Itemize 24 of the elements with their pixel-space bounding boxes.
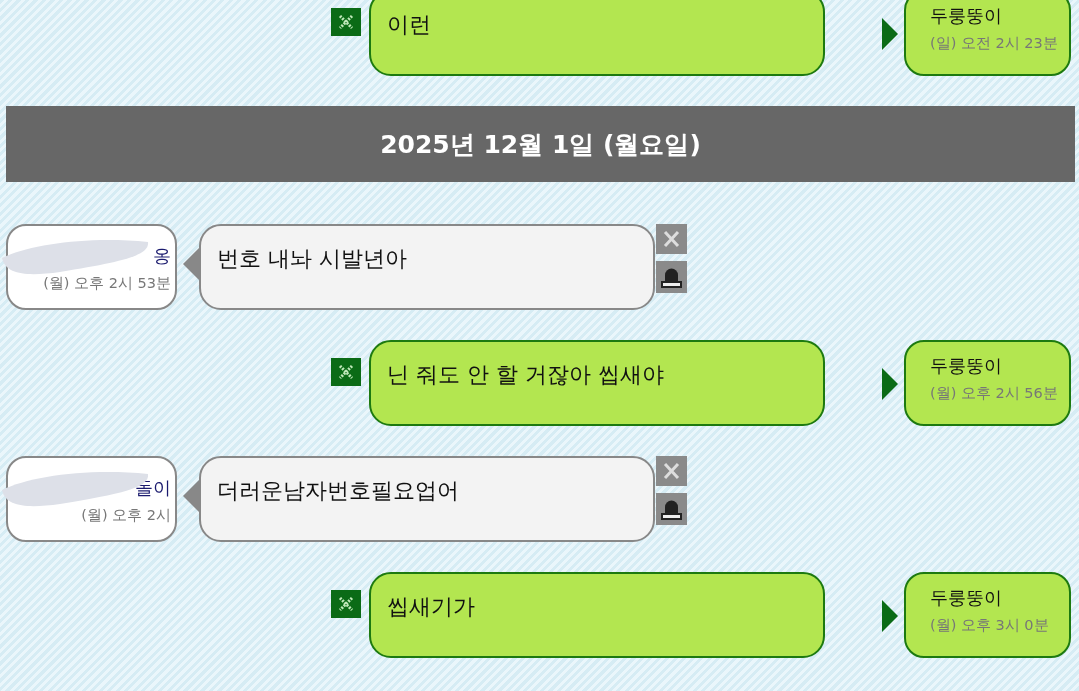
message-time: (월) 오후 2시 bbox=[81, 506, 171, 525]
pointer-arrow-icon bbox=[183, 480, 199, 512]
delete-icon[interactable] bbox=[331, 358, 361, 386]
message-time: (월) 오후 2시 53분 bbox=[43, 274, 171, 293]
pointer-arrow-icon bbox=[882, 600, 898, 632]
message-time: (월) 오후 2시 56분 bbox=[930, 384, 1059, 403]
close-icon[interactable] bbox=[656, 456, 687, 486]
delete-icon[interactable] bbox=[331, 8, 361, 36]
message-time: (월) 오후 3시 0분 bbox=[930, 616, 1050, 635]
message-bubble: 닌 줘도 안 할 거잖아 씹새야 bbox=[369, 340, 825, 426]
sender-name: 두룽뚱이 bbox=[930, 586, 1003, 610]
sender-name: 두룽뚱이 bbox=[930, 4, 1003, 28]
message-time: (일) 오전 2시 23분 bbox=[930, 34, 1059, 53]
delete-icon[interactable] bbox=[331, 590, 361, 618]
pointer-arrow-icon bbox=[183, 248, 199, 280]
sender-name: 옹 bbox=[153, 244, 171, 268]
pointer-arrow-icon bbox=[882, 18, 898, 50]
message-bubble: 씹새기가 bbox=[369, 572, 825, 658]
sender-name: 두룽뚱이 bbox=[930, 354, 1003, 378]
message-bubble: 번호 내놔 시발년아 bbox=[199, 224, 655, 310]
pointer-arrow-icon bbox=[882, 368, 898, 400]
close-icon[interactable] bbox=[656, 224, 687, 254]
message-bubble: 더러운남자번호필요업어 bbox=[199, 456, 655, 542]
message-bubble: 이런 bbox=[369, 0, 825, 76]
